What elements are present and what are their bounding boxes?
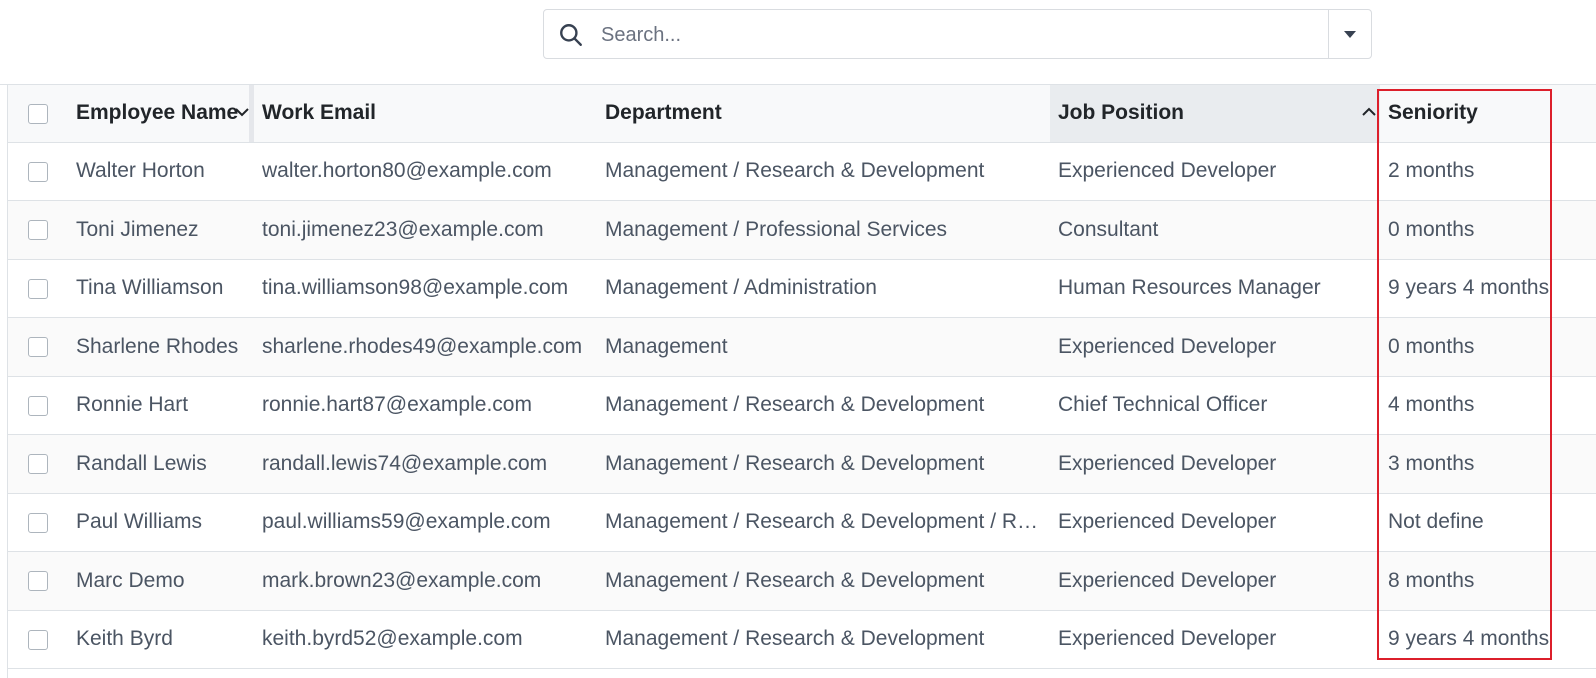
cell-department[interactable]: Management / Professional Services [597, 200, 1050, 260]
cell-work-email[interactable]: randall.lewis74@example.com [254, 434, 597, 494]
employee-table: Employee Name Work Email Department Job … [8, 85, 1596, 669]
cell-seniority[interactable]: Not define [1380, 493, 1596, 552]
cell-department[interactable]: Management / Research & Development [597, 551, 1050, 611]
cell-employee-name[interactable]: Marc Demo [68, 551, 254, 611]
column-header-seniority[interactable]: Seniority [1380, 85, 1596, 143]
cell-job-position[interactable]: Chief Technical Officer [1050, 376, 1380, 435]
row-select-cell [8, 493, 68, 552]
row-checkbox[interactable] [28, 512, 48, 533]
row-checkbox[interactable] [28, 220, 48, 241]
cell-employee-name[interactable]: Tina Williamson [68, 259, 254, 318]
column-label: Seniority [1388, 101, 1478, 125]
row-checkbox[interactable] [28, 337, 48, 358]
cell-job-position[interactable]: Experienced Developer [1050, 493, 1380, 552]
cell-seniority[interactable]: 8 months [1380, 551, 1596, 611]
row-select-cell [8, 610, 68, 669]
control-panel [0, 0, 1596, 85]
column-label: Employee Name [76, 101, 239, 125]
row-select-cell [8, 200, 68, 260]
cell-job-position[interactable]: Human Resources Manager [1050, 259, 1380, 318]
cell-department[interactable]: Management / Research & Development [597, 142, 1050, 201]
table-row[interactable]: Walter Horton walter.horton80@example.co… [8, 142, 1596, 201]
cell-employee-name[interactable]: Sharlene Rhodes [68, 317, 254, 377]
cell-seniority[interactable]: 0 months [1380, 317, 1596, 377]
row-select-cell [8, 551, 68, 611]
search-options-toggle[interactable] [1329, 10, 1371, 58]
cell-employee-name[interactable]: Toni Jimenez [68, 200, 254, 260]
cell-seniority[interactable]: 9 years 4 months [1380, 259, 1596, 318]
column-header-employee-name[interactable]: Employee Name [68, 85, 254, 143]
row-checkbox[interactable] [28, 454, 48, 475]
row-checkbox[interactable] [28, 161, 48, 182]
search-input[interactable] [599, 18, 1303, 52]
cell-employee-name[interactable]: Paul Williams [68, 493, 254, 552]
table-row[interactable]: Paul Williams paul.williams59@example.co… [8, 493, 1596, 552]
cell-department[interactable]: Management / Research & Development [597, 376, 1050, 435]
column-header-department[interactable]: Department [597, 85, 1050, 143]
column-header-work-email[interactable]: Work Email [254, 85, 597, 143]
cell-department[interactable]: Management / Research & Development [597, 610, 1050, 669]
search-bar [543, 9, 1372, 59]
search-icon[interactable] [558, 22, 584, 48]
row-checkbox[interactable] [28, 278, 48, 299]
cell-work-email[interactable]: ronnie.hart87@example.com [254, 376, 597, 435]
employee-list-view: Employee Name Work Email Department Job … [7, 85, 1596, 678]
cell-seniority[interactable]: 3 months [1380, 434, 1596, 494]
row-select-cell [8, 434, 68, 494]
cell-seniority[interactable]: 9 years 4 months [1380, 610, 1596, 669]
table-row[interactable]: Ronnie Hart ronnie.hart87@example.com Ma… [8, 376, 1596, 435]
cell-job-position[interactable]: Experienced Developer [1050, 317, 1380, 377]
table-row[interactable]: Randall Lewis randall.lewis74@example.co… [8, 434, 1596, 494]
cell-job-position[interactable]: Experienced Developer [1050, 610, 1380, 669]
select-all-cell [8, 85, 68, 143]
cell-job-position[interactable]: Experienced Developer [1050, 551, 1380, 611]
row-checkbox[interactable] [28, 571, 48, 592]
row-checkbox[interactable] [28, 629, 48, 650]
table-row[interactable]: Keith Byrd keith.byrd52@example.com Mana… [8, 610, 1596, 669]
cell-employee-name[interactable]: Randall Lewis [68, 434, 254, 494]
cell-work-email[interactable]: mark.brown23@example.com [254, 551, 597, 611]
row-checkbox[interactable] [28, 395, 48, 416]
caret-down-icon [1344, 30, 1356, 38]
column-header-job-position[interactable]: Job Position [1050, 85, 1380, 143]
table-row[interactable]: Toni Jimenez toni.jimenez23@example.com … [8, 200, 1596, 260]
cell-job-position[interactable]: Experienced Developer [1050, 434, 1380, 494]
cell-job-position[interactable]: Consultant [1050, 200, 1380, 260]
cell-work-email[interactable]: toni.jimenez23@example.com [254, 200, 597, 260]
row-select-cell [8, 376, 68, 435]
cell-work-email[interactable]: walter.horton80@example.com [254, 142, 597, 201]
column-label: Work Email [262, 101, 376, 125]
cell-seniority[interactable]: 4 months [1380, 376, 1596, 435]
column-label: Department [605, 101, 722, 125]
row-select-cell [8, 259, 68, 318]
cell-work-email[interactable]: sharlene.rhodes49@example.com [254, 317, 597, 377]
table-row[interactable]: Sharlene Rhodes sharlene.rhodes49@exampl… [8, 317, 1596, 377]
row-select-cell [8, 142, 68, 201]
table-row[interactable]: Tina Williamson tina.williamson98@exampl… [8, 259, 1596, 318]
cell-employee-name[interactable]: Ronnie Hart [68, 376, 254, 435]
cell-employee-name[interactable]: Keith Byrd [68, 610, 254, 669]
cell-department[interactable]: Management / Research & Development [597, 434, 1050, 494]
cell-work-email[interactable]: keith.byrd52@example.com [254, 610, 597, 669]
cell-department[interactable]: Management [597, 317, 1050, 377]
cell-department[interactable]: Management / Research & Development / R&… [597, 493, 1050, 552]
cell-department[interactable]: Management / Administration [597, 259, 1050, 318]
table-row[interactable]: Marc Demo mark.brown23@example.com Manag… [8, 551, 1596, 611]
row-select-cell [8, 317, 68, 377]
select-all-checkbox[interactable] [28, 103, 48, 124]
cell-job-position[interactable]: Experienced Developer [1050, 142, 1380, 201]
cell-employee-name[interactable]: Walter Horton [68, 142, 254, 201]
table-header-row: Employee Name Work Email Department Job … [8, 85, 1596, 143]
cell-work-email[interactable]: tina.williamson98@example.com [254, 259, 597, 318]
chevron-up-icon[interactable] [1360, 103, 1378, 121]
cell-seniority[interactable]: 2 months [1380, 142, 1596, 201]
cell-work-email[interactable]: paul.williams59@example.com [254, 493, 597, 552]
column-label: Job Position [1058, 101, 1184, 125]
cell-seniority[interactable]: 0 months [1380, 200, 1596, 260]
